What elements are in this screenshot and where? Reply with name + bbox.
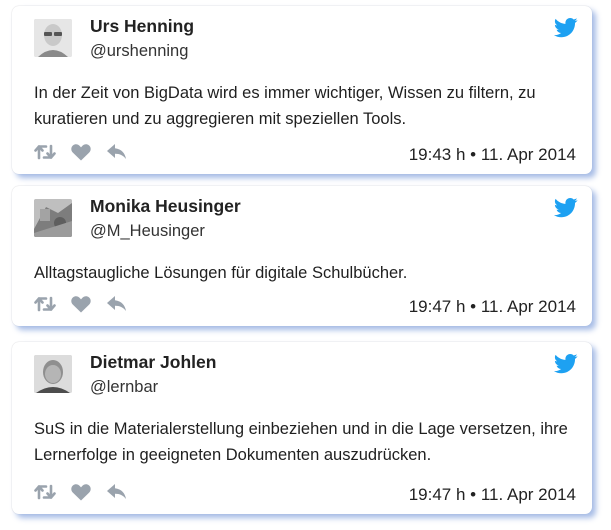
tweet-actions xyxy=(34,294,128,314)
timestamp[interactable]: 19:43 h • 11. Apr 2014 xyxy=(409,145,576,165)
avatar[interactable] xyxy=(34,19,72,57)
twitter-bird-icon[interactable] xyxy=(554,198,578,218)
reply-icon[interactable] xyxy=(106,483,128,501)
retweet-icon[interactable] xyxy=(34,483,56,501)
avatar[interactable] xyxy=(34,355,72,393)
timestamp[interactable]: 19:47 h • 11. Apr 2014 xyxy=(409,297,576,317)
tweet-actions xyxy=(34,142,128,162)
user-handle[interactable]: @lernbar xyxy=(90,378,158,397)
user-handle[interactable]: @urshenning xyxy=(90,42,188,61)
retweet-icon[interactable] xyxy=(34,143,56,161)
like-icon[interactable] xyxy=(70,483,92,501)
twitter-bird-icon[interactable] xyxy=(554,354,578,374)
display-name[interactable]: Dietmar Johlen xyxy=(90,352,216,373)
timestamp[interactable]: 19:47 h • 11. Apr 2014 xyxy=(409,485,576,505)
avatar[interactable] xyxy=(34,199,72,237)
like-icon[interactable] xyxy=(70,143,92,161)
tweet-actions xyxy=(34,482,128,502)
tweet-text: Alltagstaugliche Lösungen für digitale S… xyxy=(34,264,408,282)
like-icon[interactable] xyxy=(70,295,92,313)
tweet-card[interactable]: Monika Heusinger @M_Heusinger Alltagstau… xyxy=(12,186,592,326)
reply-icon[interactable] xyxy=(106,143,128,161)
tweet-card[interactable]: Dietmar Johlen @lernbar SuS in die Mater… xyxy=(12,342,592,514)
display-name[interactable]: Monika Heusinger xyxy=(90,196,241,217)
reply-icon[interactable] xyxy=(106,295,128,313)
tweet-text: SuS in die Materialerstellung einbeziehe… xyxy=(34,420,568,464)
tweet-text: In der Zeit von BigData wird es immer wi… xyxy=(34,84,536,128)
twitter-bird-icon[interactable] xyxy=(554,18,578,38)
retweet-icon[interactable] xyxy=(34,295,56,313)
display-name[interactable]: Urs Henning xyxy=(90,16,194,37)
user-handle[interactable]: @M_Heusinger xyxy=(90,222,205,241)
tweet-card[interactable]: Urs Henning @urshenning In der Zeit von … xyxy=(12,6,592,174)
